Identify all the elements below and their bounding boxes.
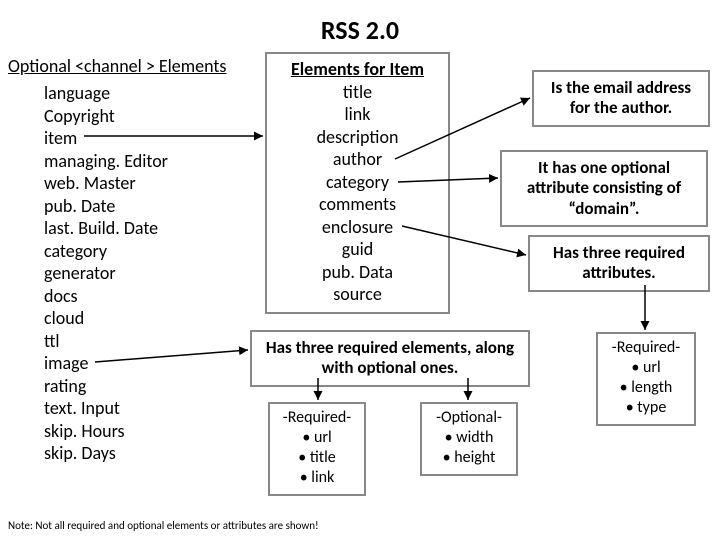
item-row: enclosure	[267, 216, 448, 239]
item-row: guid	[267, 238, 448, 261]
channel-item: skip. Hours	[44, 420, 204, 443]
channel-list: language Copyright item managing. Editor…	[44, 82, 204, 465]
channel-item: item	[44, 127, 204, 150]
channel-item: Copyright	[44, 105, 204, 128]
channel-item: text. Input	[44, 397, 204, 420]
enclosure-required-box: -Required- • url • length • type	[596, 332, 696, 426]
box-item: • url	[278, 428, 356, 448]
channel-item: language	[44, 82, 204, 105]
box-item: • link	[278, 468, 356, 488]
item-row: description	[267, 126, 448, 149]
item-row: title	[267, 81, 448, 104]
item-row: comments	[267, 193, 448, 216]
image-note: Has three required elements, along with …	[250, 330, 530, 387]
channel-item: generator	[44, 262, 204, 285]
channel-item: skip. Days	[44, 442, 204, 465]
box-item: • height	[430, 448, 508, 468]
item-row: author	[267, 148, 448, 171]
item-elements-box: Elements for Item title link description…	[265, 52, 450, 314]
box-item: • title	[278, 448, 356, 468]
category-note: It has one optional attribute consisting…	[500, 150, 708, 227]
channel-item: docs	[44, 285, 204, 308]
item-row: pub. Data	[267, 261, 448, 284]
box-title: -Optional-	[430, 408, 508, 428]
image-required-box: -Required- • url • title • link	[268, 402, 366, 496]
author-note: Is the email address for the author.	[532, 70, 710, 127]
box-item: • width	[430, 428, 508, 448]
channel-item: image	[44, 352, 204, 375]
item-row: link	[267, 103, 448, 126]
image-optional-box: -Optional- • width • height	[420, 402, 518, 476]
box-title: -Required-	[278, 408, 356, 428]
channel-item: managing. Editor	[44, 150, 204, 173]
box-item: • type	[606, 398, 686, 418]
page-title: RSS 2.0	[0, 14, 720, 46]
channel-item: cloud	[44, 307, 204, 330]
channel-item: web. Master	[44, 172, 204, 195]
item-box-header: Elements for Item	[267, 58, 448, 81]
channel-item: ttl	[44, 330, 204, 353]
channel-item: rating	[44, 375, 204, 398]
channel-item: pub. Date	[44, 195, 204, 218]
box-title: -Required-	[606, 338, 686, 358]
item-row: category	[267, 171, 448, 194]
enclosure-note: Has three required attributes.	[528, 235, 710, 292]
box-item: • length	[606, 378, 686, 398]
item-row: source	[267, 283, 448, 306]
channel-item: last. Build. Date	[44, 217, 204, 240]
box-item: • url	[606, 358, 686, 378]
footer-note: Note: Not all required and optional elem…	[8, 519, 319, 532]
channel-header: Optional <channel > Elements	[8, 55, 226, 77]
channel-item: category	[44, 240, 204, 263]
